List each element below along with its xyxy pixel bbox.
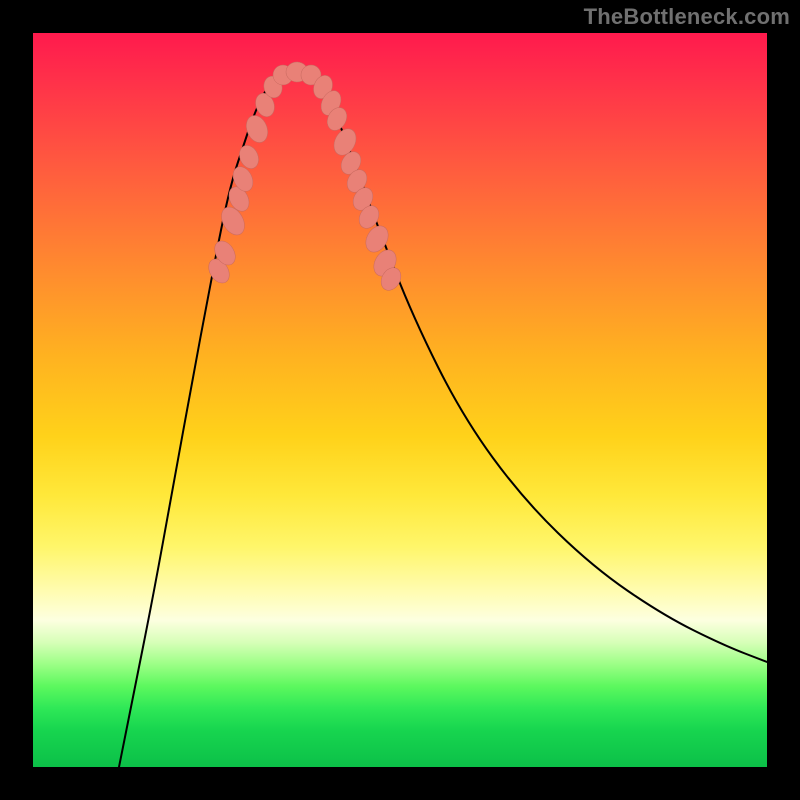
curve-right-arm — [318, 79, 767, 662]
watermark-text: TheBottleneck.com — [584, 4, 790, 30]
data-marker — [242, 112, 271, 145]
chart-frame: TheBottleneck.com — [0, 0, 800, 800]
plot-area — [33, 33, 767, 767]
chart-svg — [33, 33, 767, 767]
marker-group — [204, 61, 404, 294]
